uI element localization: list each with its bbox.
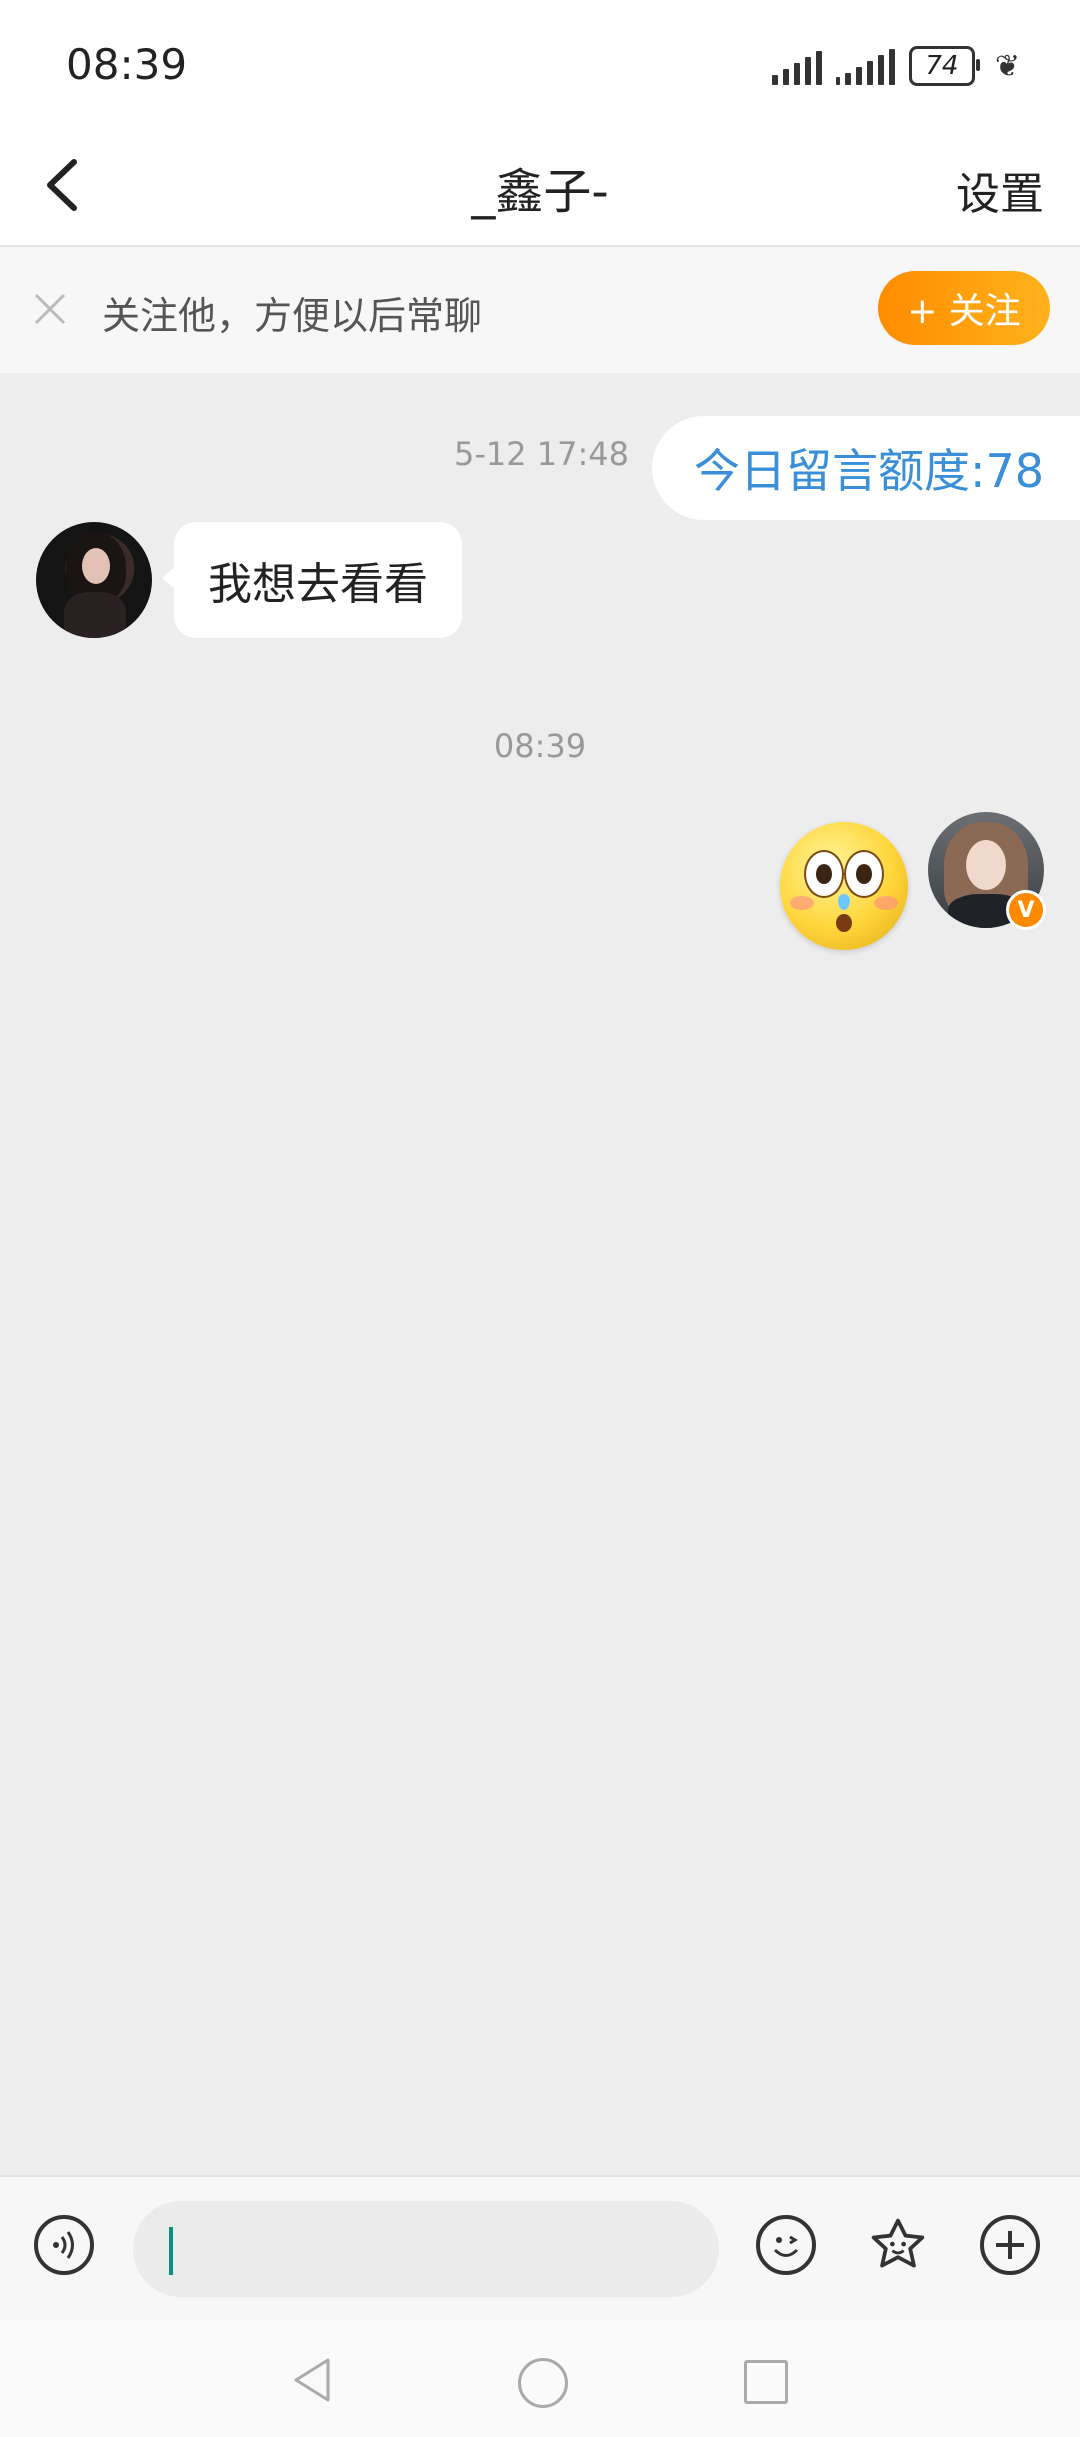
nav-back-icon[interactable] xyxy=(292,2356,332,2404)
incoming-message-bubble[interactable]: 我想去看看 xyxy=(162,522,462,638)
status-time: 08:39 xyxy=(66,40,188,89)
contact-avatar[interactable] xyxy=(36,522,152,638)
message-timestamp: 5-12 17:48 xyxy=(454,435,630,473)
chat-header: _鑫子- 设置 xyxy=(0,130,1080,247)
settings-button[interactable]: 设置 xyxy=(956,158,1044,222)
plus-icon[interactable] xyxy=(980,2215,1040,2275)
power-saving-icon: ❦ xyxy=(994,48,1020,84)
battery-icon: 74 xyxy=(908,46,980,86)
sent-emoji-sticker[interactable] xyxy=(780,822,908,950)
battery-level: 74 xyxy=(925,51,959,81)
nav-home-icon[interactable] xyxy=(518,2358,568,2408)
system-navigation-bar xyxy=(0,2320,1080,2437)
follow-banner: 关注他，方便以后常聊 + 关注 xyxy=(0,247,1080,373)
follow-prompt-text: 关注他，方便以后常聊 xyxy=(102,294,483,338)
voice-icon[interactable] xyxy=(34,2215,94,2275)
status-icons: 74 ❦ xyxy=(771,44,1020,88)
text-cursor xyxy=(169,2227,173,2275)
message-timestamp-2: 08:39 xyxy=(493,727,587,765)
close-icon[interactable] xyxy=(32,291,68,327)
chat-title: _鑫子- xyxy=(471,164,609,220)
follow-button[interactable]: + 关注 xyxy=(878,271,1050,345)
nav-recent-icon[interactable] xyxy=(744,2360,788,2404)
status-bar: 08:39 74 ❦ xyxy=(0,0,1080,130)
emoji-icon[interactable] xyxy=(756,2215,816,2275)
message-quota-bubble: 今日留言额度:78 xyxy=(652,416,1080,520)
signal-2-icon xyxy=(835,47,895,85)
composer-bar xyxy=(0,2175,1080,2321)
signal-icon xyxy=(771,47,822,85)
sticker-icon[interactable] xyxy=(868,2215,928,2275)
message-input[interactable] xyxy=(133,2201,719,2297)
verified-badge: V xyxy=(1006,890,1046,930)
